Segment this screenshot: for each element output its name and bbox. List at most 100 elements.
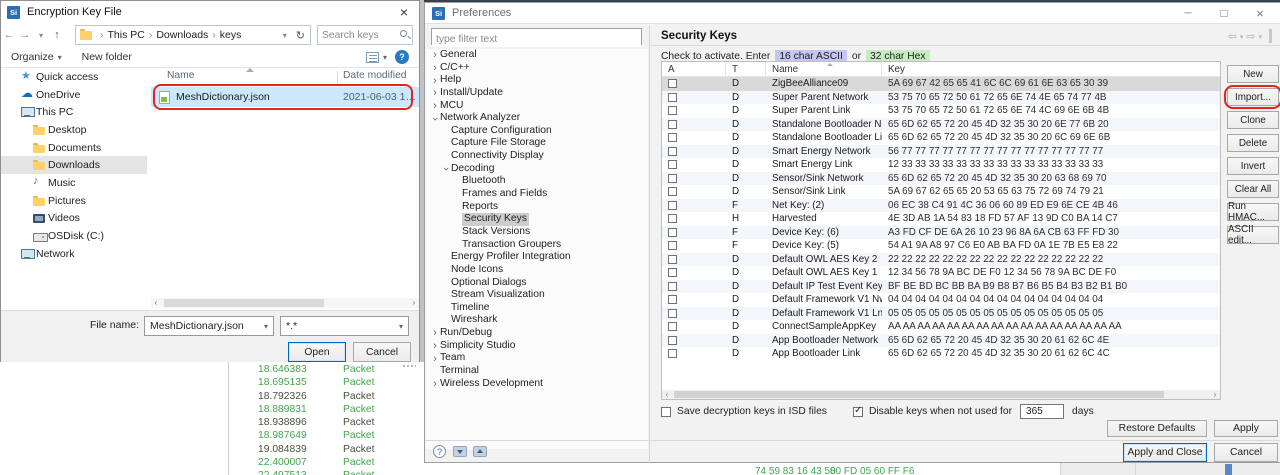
key-row[interactable]: F Device Key: (5) 54 A1 9A A8 97 C6 E0 A…: [662, 239, 1220, 253]
activate-checkbox[interactable]: [668, 106, 677, 115]
file-list-hscrollbar[interactable]: ‹ ›: [151, 298, 419, 308]
activate-checkbox[interactable]: [668, 349, 677, 358]
tree-item[interactable]: › Team: [426, 352, 648, 365]
activate-checkbox[interactable]: [668, 241, 677, 250]
activate-checkbox[interactable]: [668, 79, 677, 88]
tree-item[interactable]: › C/C++: [426, 62, 648, 75]
up-icon[interactable]: ↑: [49, 29, 65, 41]
key-action-button[interactable]: ASCII edit...: [1227, 226, 1279, 244]
close-icon[interactable]: [389, 1, 419, 23]
tree-item[interactable]: Timeline: [426, 302, 648, 315]
sidebar-item[interactable]: This PC: [1, 103, 147, 121]
cancel-button[interactable]: Cancel: [353, 342, 411, 362]
refresh-icon[interactable]: [291, 29, 310, 42]
key-action-button[interactable]: Import...: [1227, 88, 1279, 106]
help-icon[interactable]: ?: [395, 50, 409, 64]
sidebar-item[interactable]: OneDrive: [1, 86, 147, 104]
key-row[interactable]: D Standalone Bootloader Link 65 6D 62 65…: [662, 131, 1220, 145]
back-icon[interactable]: ←: [1, 29, 17, 41]
restore-defaults-button[interactable]: Restore Defaults: [1107, 420, 1207, 437]
view-list-icon[interactable]: [366, 52, 379, 63]
activate-checkbox[interactable]: [668, 214, 677, 223]
apply-and-close-button[interactable]: Apply and Close: [1123, 443, 1207, 462]
packet-row[interactable]: 18.792326 Packet: [230, 390, 420, 403]
activate-checkbox[interactable]: [668, 255, 677, 264]
tree-item[interactable]: Wireshark: [426, 314, 648, 327]
activate-checkbox[interactable]: [668, 187, 677, 196]
tree-expand-icon[interactable]: ›: [430, 88, 440, 98]
tree-item[interactable]: Transaction Groupers: [426, 239, 648, 252]
packet-row[interactable]: 22.497513 Packet: [230, 469, 420, 475]
key-row[interactable]: D Default Framework V1 Lnk Key 05 05 05 …: [662, 307, 1220, 321]
key-row[interactable]: D Super Parent Network 53 75 70 65 72 50…: [662, 91, 1220, 105]
sidebar-item[interactable]: Videos: [1, 210, 147, 228]
scroll-right-icon[interactable]: ›: [409, 298, 419, 308]
apply-button[interactable]: Apply: [1214, 420, 1278, 437]
chevron-down-icon[interactable]: [1255, 30, 1265, 42]
key-row[interactable]: F Device Key: (6) A3 FD CF DE 6A 26 10 2…: [662, 226, 1220, 240]
key-action-button[interactable]: Clear All: [1227, 180, 1279, 198]
key-row[interactable]: D Super Parent Link 53 75 70 65 72 50 61…: [662, 104, 1220, 118]
key-row[interactable]: D Default IP Test Event Key BF BE BD BC …: [662, 280, 1220, 294]
minimize-icon[interactable]: [1170, 3, 1206, 24]
key-row[interactable]: D ConnectSampleAppKey AA AA AA AA AA AA …: [662, 320, 1220, 334]
tree-item[interactable]: › Help: [426, 74, 648, 87]
key-action-button[interactable]: Run HMAC...: [1227, 203, 1279, 221]
new-folder-button[interactable]: New folder: [72, 51, 142, 63]
sidebar-item[interactable]: Desktop: [1, 121, 147, 139]
tree-item[interactable]: › Decoding: [426, 163, 648, 176]
maximize-icon[interactable]: [1206, 3, 1242, 24]
history-dropdown-icon[interactable]: ▾: [33, 31, 49, 40]
tree-item[interactable]: Node Icons: [426, 264, 648, 277]
tree-item[interactable]: Terminal: [426, 365, 648, 378]
activate-checkbox[interactable]: [668, 147, 677, 156]
tree-item[interactable]: › General: [426, 49, 648, 62]
scroll-right-icon[interactable]: ›: [1210, 390, 1220, 400]
packet-row[interactable]: 22.400007 Packet: [230, 456, 420, 469]
tree-expand-icon[interactable]: ›: [430, 341, 440, 351]
key-row[interactable]: D Sensor/Sink Network 65 6D 62 65 72 20 …: [662, 172, 1220, 186]
address-bar[interactable]: This PCDownloadskeys: [75, 25, 311, 45]
activate-checkbox[interactable]: [668, 282, 677, 291]
scroll-left-icon[interactable]: ‹: [662, 390, 672, 400]
packet-row[interactable]: 18.889831 Packet: [230, 403, 420, 416]
activate-checkbox[interactable]: [668, 322, 677, 331]
scroll-left-icon[interactable]: ‹: [151, 298, 161, 308]
forward-icon[interactable]: →: [17, 29, 33, 41]
nav-back-icon[interactable]: [1228, 30, 1237, 43]
search-input[interactable]: [322, 27, 396, 43]
tree-item[interactable]: › MCU: [426, 100, 648, 113]
key-action-button[interactable]: Clone: [1227, 111, 1279, 129]
days-input[interactable]: 365: [1020, 404, 1064, 419]
tree-item[interactable]: Optional Dialogs: [426, 277, 648, 290]
col-key[interactable]: Key: [882, 62, 1218, 76]
tree-item[interactable]: Reports: [426, 201, 648, 214]
address-dropdown-icon[interactable]: [279, 29, 291, 41]
open-button[interactable]: Open: [288, 342, 346, 362]
tree-expand-icon[interactable]: ›: [430, 114, 440, 124]
packet-row[interactable]: 18.987649 Packet: [230, 429, 420, 442]
activate-checkbox[interactable]: [668, 120, 677, 129]
key-row[interactable]: D Default OWL AES Key 2 22 22 22 22 22 2…: [662, 253, 1220, 267]
sidebar-item[interactable]: Quick access: [1, 68, 147, 86]
key-action-button[interactable]: Delete: [1227, 134, 1279, 152]
sidebar-item[interactable]: Downloads: [1, 156, 147, 174]
breadcrumb-segment[interactable]: Downloads: [145, 29, 208, 41]
tree-item[interactable]: Stream Visualization: [426, 289, 648, 302]
key-row[interactable]: H Harvested 4E 3D AB 1A 54 83 18 FD 57 A…: [662, 212, 1220, 226]
key-row[interactable]: D Sensor/Sink Link 5A 69 67 62 65 65 20 …: [662, 185, 1220, 199]
sidebar-item[interactable]: OSDisk (C:): [1, 227, 147, 245]
breadcrumb-segment[interactable]: This PC: [96, 29, 145, 41]
help-icon[interactable]: ?: [433, 445, 446, 458]
key-action-button[interactable]: Invert: [1227, 157, 1279, 175]
table-hscrollbar[interactable]: ‹ ›: [661, 390, 1221, 400]
scrollbar-thumb[interactable]: [164, 299, 324, 307]
packet-row[interactable]: 18.646383 Packet: [230, 363, 420, 376]
tree-item[interactable]: Security Keys: [426, 213, 648, 226]
date-column-header[interactable]: Date modified: [343, 70, 407, 81]
packet-row[interactable]: 19.084839 Packet: [230, 443, 420, 456]
chevron-down-icon[interactable]: [1237, 30, 1247, 42]
tree-item[interactable]: Energy Profiler Integration: [426, 251, 648, 264]
activate-checkbox[interactable]: [668, 309, 677, 318]
tree-item[interactable]: › Run/Debug: [426, 327, 648, 340]
